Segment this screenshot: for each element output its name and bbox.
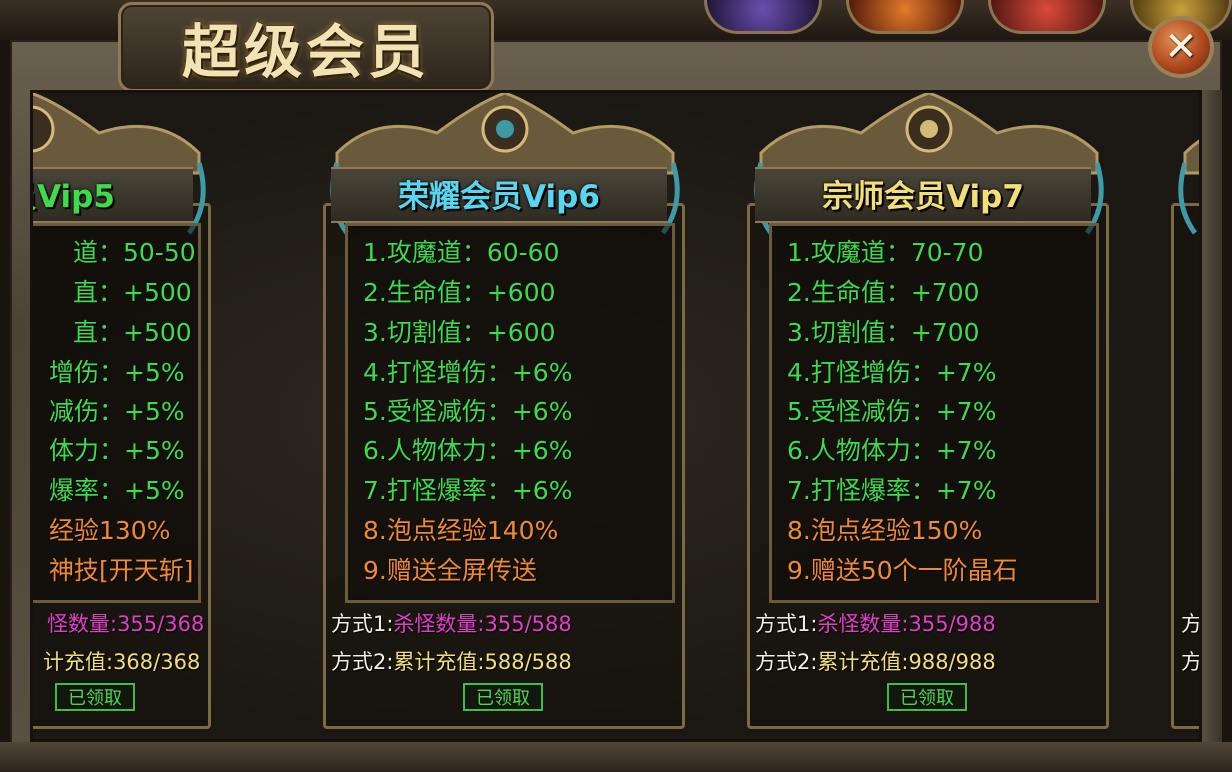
claimed-button[interactable]: 已领取 xyxy=(463,683,543,711)
stat-line: 道：50-50 xyxy=(73,238,196,267)
requirement-recharge: 方 xyxy=(1181,650,1202,674)
card-title: 荣耀会员Vip6 xyxy=(331,167,667,219)
card-vip7: 宗师会员Vip7 1.攻魔道：70-70 2.生命值：+700 3.切割值：+7… xyxy=(735,93,1109,739)
stat-line: 直：+500 xyxy=(73,318,192,347)
stat-line: 5.受怪减伤：+6% xyxy=(363,397,573,426)
avatar-portrait-2[interactable] xyxy=(846,0,964,34)
stat-line: 9.赠送50个一阶晶石 xyxy=(787,556,1018,585)
requirement-recharge: 方式2:累计充值:588/588 xyxy=(331,646,572,676)
requirement-value: 杀怪数量:355/988 xyxy=(817,612,996,636)
stat-line: 神技[开天斩] xyxy=(49,556,194,585)
stat-line: 1.攻魔道：60-60 xyxy=(363,238,560,267)
title-plate: 超级会员 xyxy=(118,2,494,92)
card-title: 会员Vip5 xyxy=(33,167,193,219)
card-title-text: 荣耀会员Vip6 xyxy=(398,178,600,215)
stat-line: 6.人物体力：+6% xyxy=(363,436,573,465)
stat-line: 7.打怪爆率：+6% xyxy=(363,476,573,505)
stat-line: 2.生命值：+700 xyxy=(787,278,980,307)
stat-line: 直：+500 xyxy=(73,278,192,307)
close-x-icon: ✕ xyxy=(1164,24,1198,70)
avatar-portrait-1[interactable] xyxy=(704,0,822,34)
close-button[interactable]: ✕ xyxy=(1148,16,1214,78)
card-title-text: 宗师会员Vip7 xyxy=(822,178,1024,215)
requirement-label: 方式1: xyxy=(755,612,818,636)
stat-line: 4.打怪增伤：+7% xyxy=(787,358,997,387)
stat-line: 8.泡点经验150% xyxy=(787,516,983,545)
stat-line: 8.泡点经验140% xyxy=(363,516,559,545)
card-title-text: 会员Vip5 xyxy=(33,178,115,215)
avatar-portrait-3[interactable] xyxy=(988,0,1106,34)
stat-line: 3.切割值：+700 xyxy=(787,318,980,347)
stat-line: 7.打怪爆率：+7% xyxy=(787,476,997,505)
stat-line: 减伤：+5% xyxy=(49,397,185,426)
requirement-recharge: 计充值:368/368 xyxy=(43,650,201,674)
card-vip6: 荣耀会员Vip6 1.攻魔道：60-60 2.生命值：+600 3.切割值：+6… xyxy=(311,93,685,739)
ornament-crest-icon xyxy=(1178,139,1199,235)
card-title: 宗师会员Vip7 xyxy=(755,167,1091,219)
stat-line: 9.赠送全屏传送 xyxy=(363,556,537,585)
requirement-value: 累计充值:988/988 xyxy=(817,650,996,674)
stat-line: 爆率：+5% xyxy=(49,476,185,505)
requirement-value: 杀怪数量:355/588 xyxy=(393,612,572,636)
stat-line: 增伤：+5% xyxy=(49,358,185,387)
stat-line: 体力：+5% xyxy=(49,436,185,465)
requirement-recharge: 方式2:累计充值:988/988 xyxy=(755,646,996,676)
stat-line: 2.生命值：+600 xyxy=(363,278,556,307)
requirement-label: 方式2: xyxy=(331,650,394,674)
requirement-kills: 方式1:杀怪数量:355/588 xyxy=(331,608,572,638)
stat-line: 5.受怪减伤：+7% xyxy=(787,397,997,426)
requirement-kills: 方 xyxy=(1181,612,1202,636)
requirement-label: 方式1: xyxy=(331,612,394,636)
stat-line: 3.切割值：+600 xyxy=(363,318,556,347)
stat-line: 1.攻魔道：70-70 xyxy=(787,238,984,267)
requirement-label: 方式2: xyxy=(755,650,818,674)
frame-border-right xyxy=(1202,90,1222,742)
requirement-value: 累计充值:588/588 xyxy=(393,650,572,674)
requirement-kills: 方式1:杀怪数量:355/988 xyxy=(755,608,996,638)
claimed-button[interactable]: 已领取 xyxy=(55,683,135,711)
vip-card-viewport[interactable]: 会员Vip5 道：50-50 直：+500 直：+500 增伤：+5% 减伤：+… xyxy=(30,90,1202,742)
window-title: 超级会员 xyxy=(181,18,430,86)
claimed-button[interactable]: 已领取 xyxy=(887,683,967,711)
requirement-kills: 怪数量:355/368 xyxy=(47,612,205,636)
stat-line: 6.人物体力：+7% xyxy=(787,436,997,465)
card-vip8-partial: 方 方 xyxy=(1159,93,1202,739)
stat-line: 经验130% xyxy=(49,516,171,545)
card-vip5-partial: 会员Vip5 道：50-50 直：+500 直：+500 增伤：+5% 减伤：+… xyxy=(33,93,273,739)
stat-line: 4.打怪增伤：+6% xyxy=(363,358,573,387)
frame-bottom-bar xyxy=(0,742,1232,772)
